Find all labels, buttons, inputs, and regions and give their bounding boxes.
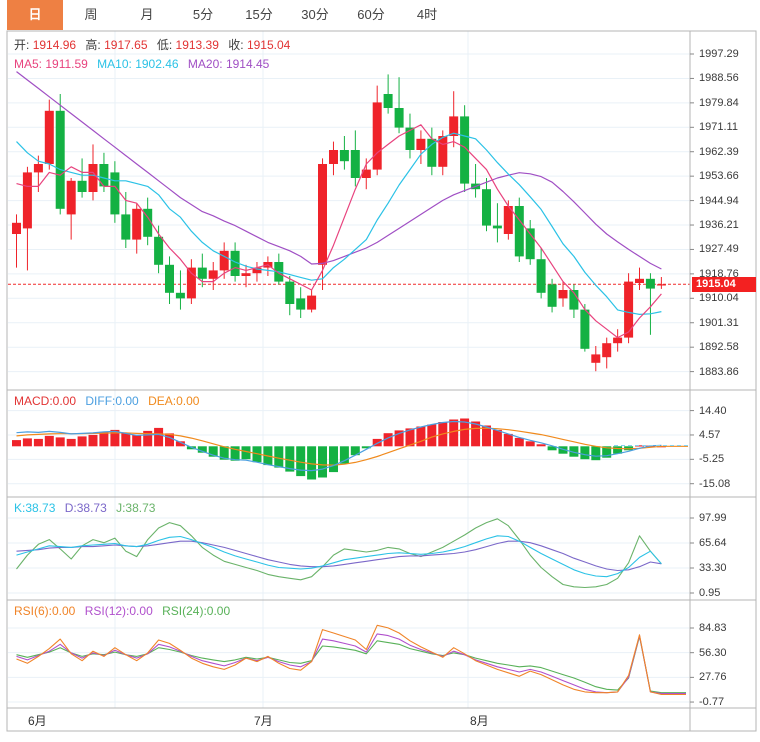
rsi-header-row: RSI(6):0.00 RSI(12):0.00 RSI(24):0.00: [14, 604, 236, 618]
ma10-value: MA10: 1902.46: [97, 57, 179, 71]
main-axis-label: 1892.58: [699, 341, 739, 354]
macd-header-row: MACD:0.00 DIFF:0.00 DEA:0.00: [14, 394, 205, 408]
kdj-axis-label: 65.64: [699, 537, 727, 549]
macd-value: MACD:0.00: [14, 394, 77, 408]
main-axis-label: 1953.66: [699, 170, 739, 183]
kdj-axis-label: 97.99: [699, 512, 727, 524]
rsi-axis-label: -0.77: [699, 696, 725, 709]
ma-info-row: MA5: 1911.59 MA10: 1902.46 MA20: 1914.45: [14, 57, 275, 71]
trading-chart-app: 日周月 5分 15分 30分 60分 4时 开: 1914.96 高: 1917.65 低…: [0, 0, 760, 742]
chart-canvas[interactable]: [0, 0, 760, 742]
main-axis-label: 1971.11: [699, 121, 738, 134]
macd-axis-label: -5.25: [699, 453, 725, 466]
xaxis-month-label: 8月: [470, 714, 489, 728]
main-axis-label: 1988.56: [699, 72, 739, 85]
xaxis-month-label: 6月: [28, 714, 47, 728]
rsi-axis-label: 56.30: [699, 646, 727, 659]
main-axis-label: 1883.86: [699, 365, 739, 378]
kdj-header-row: K:38.73 D:38.73 J:38.73: [14, 501, 161, 515]
main-axis-label: 1901.31: [699, 316, 739, 329]
main-axis-label: 1910.04: [699, 292, 739, 305]
macd-axis-label: 4.57: [699, 428, 721, 441]
close-value: 1915.04: [246, 38, 291, 52]
high-label: 高:: [85, 38, 101, 52]
ma20-value: MA20: 1914.45: [187, 57, 270, 71]
k-value: K:38.73: [14, 501, 56, 515]
close-label: 收:: [228, 38, 244, 52]
high-value: 1917.65: [104, 38, 148, 52]
dea-value: DEA:0.00: [148, 394, 200, 408]
rsi6-value: RSI(6):0.00: [14, 604, 76, 618]
d-value: D:38.73: [64, 501, 107, 515]
rsi-axis-label: 84.83: [699, 622, 727, 634]
rsi12-value: RSI(12):0.00: [84, 604, 153, 618]
main-axis-label: 1962.39: [699, 145, 739, 158]
open-value: 1914.96: [32, 38, 77, 52]
low-label: 低:: [156, 38, 173, 52]
low-value: 1913.39: [175, 38, 219, 52]
ohlc-info-row: 开: 1914.96 高: 1917.65 低: 1913.39 收: 1915…: [14, 36, 296, 53]
main-axis-label: 1979.84: [699, 96, 739, 109]
open-label: 开:: [14, 38, 30, 52]
kdj-axis-label: 0.95: [699, 586, 721, 599]
main-axis-label: 1944.94: [699, 194, 739, 207]
diff-value: DIFF:0.00: [85, 394, 139, 408]
xaxis-month-label: 7月: [254, 714, 273, 728]
main-axis-label: 1927.49: [699, 243, 739, 256]
current-price-badge: 1915.04: [692, 276, 756, 292]
macd-axis-label: 14.40: [699, 404, 727, 417]
main-axis-label: 1936.21: [699, 219, 739, 232]
macd-axis-label: -15.08: [699, 477, 731, 490]
main-axis-label: 1997.29: [699, 48, 739, 60]
rsi24-value: RSI(24):0.00: [162, 604, 231, 618]
kdj-axis-label: 33.30: [699, 561, 727, 574]
ma5-value: MA5: 1911.59: [14, 57, 88, 71]
j-value: J:38.73: [116, 501, 156, 515]
rsi-axis-label: 27.76: [699, 671, 727, 684]
